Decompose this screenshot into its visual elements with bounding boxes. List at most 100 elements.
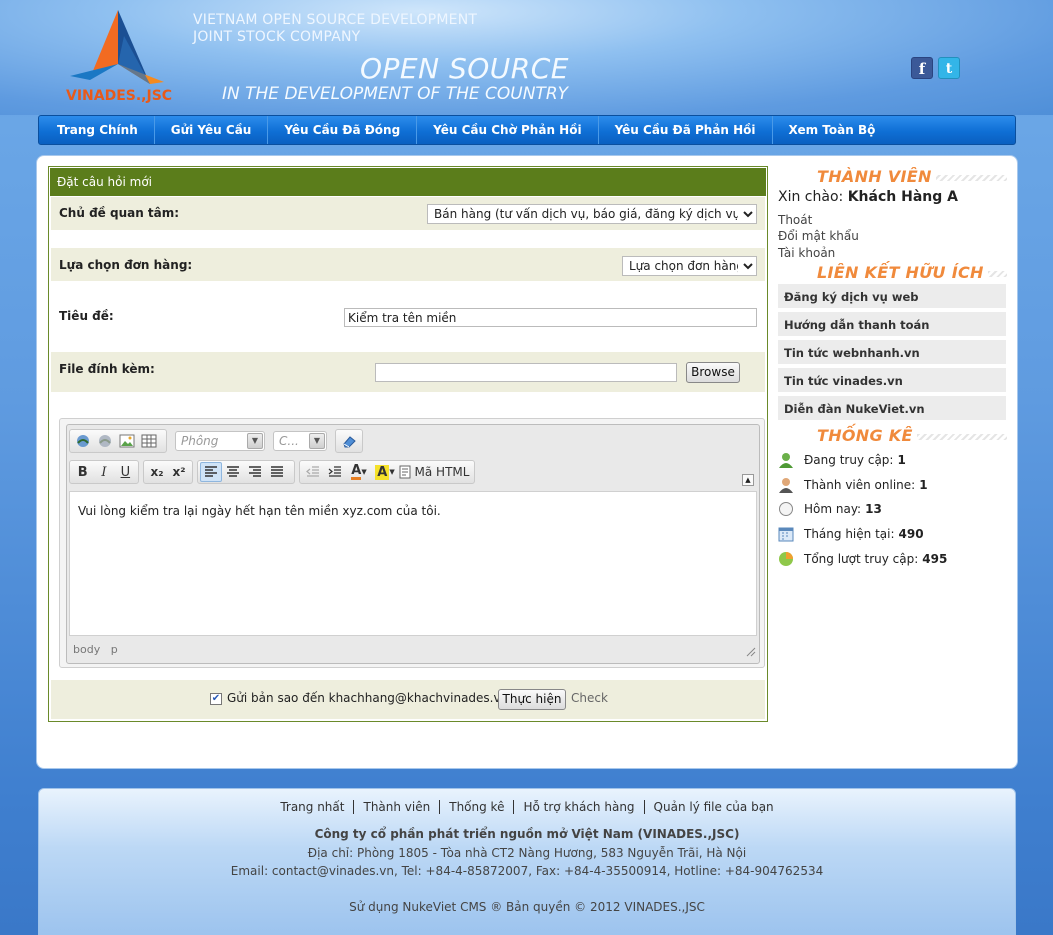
unlink-icon[interactable] — [94, 431, 116, 451]
highlight-color-icon[interactable]: A ▼ — [372, 462, 398, 482]
link-web-service[interactable]: Đăng ký dịch vụ web — [778, 284, 1006, 310]
align-left-icon[interactable] — [200, 462, 222, 482]
editor-toolbar-row-2: B I U x₂ x² A ▼ A ▼ Mã HTML ▲ — [67, 456, 759, 486]
site-header: VINADES.,JSC VIETNAM OPEN SOURCE DEVELOP… — [0, 0, 1053, 115]
submit-button[interactable]: Thực hiện — [498, 689, 566, 710]
user-online-icon — [778, 452, 794, 468]
stat-online: Đang truy cập: 1 — [778, 452, 906, 468]
nav-closed-requests[interactable]: Yêu Cầu Đã Đóng — [268, 116, 418, 144]
topic-row: Chủ đề quan tâm: Bán hàng (tư vấn dịch v… — [51, 197, 765, 230]
link-vinades-news[interactable]: Tin tức vinades.vn — [778, 368, 1006, 394]
attach-row: File đính kèm: Browse — [51, 352, 765, 392]
stat-members-label: Thành viên online: — [804, 478, 916, 492]
editor-wrapper: Phông ▼ C... ▼ B I U x₂ x² A ▼ A ▼ Mã HT… — [59, 418, 765, 668]
stat-today: Hôm nay: 13 — [778, 501, 882, 517]
new-question-form: Đặt câu hỏi mới Chủ đề quan tâm: Bán hàn… — [48, 166, 768, 722]
footer-company: Công ty cổ phần phát triển nguồn mở Việt… — [314, 827, 740, 841]
order-select[interactable]: Lựa chọn đơn hàng — [622, 256, 757, 276]
stat-total: Tổng lượt truy cập: 495 — [778, 551, 947, 567]
stats-section-title: THỐNG KÊ — [797, 426, 1007, 446]
browse-button[interactable]: Browse — [686, 362, 740, 383]
nav-answered-requests[interactable]: Yêu Cầu Đã Phản Hồi — [599, 116, 773, 144]
company-line-1: VIETNAM OPEN SOURCE DEVELOPMENT — [193, 12, 478, 28]
image-icon[interactable] — [116, 431, 138, 451]
align-center-icon[interactable] — [222, 462, 244, 482]
clock-icon — [778, 501, 794, 517]
editor-toolbar-row-1: Phông ▼ C... ▼ — [67, 425, 759, 455]
format-group: A ▼ A ▼ Mã HTML — [299, 460, 475, 484]
superscript-button[interactable]: x² — [168, 462, 190, 482]
site-footer: Trang nhất Thành viên Thống kê Hỗ trợ khách… — [38, 788, 1016, 935]
main-nav: Trang Chính Gửi Yêu Cầu Yêu Cầu Đã Đóng … — [38, 115, 1016, 145]
link-webnhanh-news[interactable]: Tin tức webnhanh.vn — [778, 340, 1006, 366]
greeting-label: Xin chào: — [778, 189, 844, 205]
greeting: Xin chào: Khách Hàng A — [778, 189, 958, 205]
change-password-link[interactable]: Đổi mật khẩu — [778, 229, 859, 243]
nav-view-all[interactable]: Xem Toàn Bộ — [773, 116, 892, 144]
path-p[interactable]: p — [111, 643, 118, 656]
send-copy-checkbox[interactable]: ✔ — [210, 693, 222, 705]
resize-handle-icon[interactable] — [746, 646, 756, 660]
slogan-sub: IN THE DEVELOPMENT OF THE COUNTRY — [222, 84, 569, 104]
nav-send-request[interactable]: Gửi Yêu Cầu — [155, 116, 269, 144]
link-payment-guide[interactable]: Hướng dẫn thanh toán — [778, 312, 1006, 338]
stat-members-value: 1 — [919, 478, 928, 492]
font-size-select[interactable]: C... ▼ — [273, 431, 327, 451]
facebook-icon[interactable]: f — [911, 57, 933, 79]
stat-online-label: Đang truy cập: — [804, 453, 894, 467]
subscript-button[interactable]: x₂ — [146, 462, 168, 482]
align-group — [197, 460, 295, 484]
link-nukeviet-forum[interactable]: Diễn đàn NukeViet.vn — [778, 396, 1006, 422]
path-body[interactable]: body — [73, 643, 100, 656]
table-icon[interactable] — [138, 431, 160, 451]
nav-pending-requests[interactable]: Yêu Cầu Chờ Phản Hồi — [417, 116, 599, 144]
footer-link-support[interactable]: Hỗ trợ khách hàng — [514, 800, 645, 814]
username: Khách Hàng A — [847, 189, 958, 205]
footer-link-stats[interactable]: Thống kê — [440, 800, 515, 814]
text-color-icon[interactable]: A ▼ — [346, 462, 372, 482]
vinades-logo[interactable]: VINADES.,JSC — [60, 6, 180, 110]
footer-link-home[interactable]: Trang nhất — [271, 800, 355, 814]
align-right-icon[interactable] — [244, 462, 266, 482]
member-icon — [778, 477, 794, 493]
footer-copyright: Sử dụng NukeViet CMS ® Bản quyền © 2012 … — [349, 900, 705, 914]
send-copy-label: Gửi bản sao đến khachhang@khachvinades.v… — [227, 691, 509, 705]
calendar-icon — [778, 526, 794, 542]
subject-input[interactable] — [344, 308, 757, 327]
stat-month-value: 490 — [898, 527, 924, 541]
font-family-placeholder: Phông — [181, 434, 219, 448]
nav-home[interactable]: Trang Chính — [39, 116, 155, 144]
footer-address: Địa chỉ: Phòng 1805 - Tòa nhà CT2 Nàng H… — [307, 846, 747, 860]
align-justify-icon[interactable] — [266, 462, 288, 482]
font-family-select[interactable]: Phông ▼ — [175, 431, 265, 451]
link-icon[interactable] — [72, 431, 94, 451]
footer-link-files[interactable]: Quản lý file của bạn — [645, 800, 783, 814]
twitter-icon[interactable]: t — [938, 57, 960, 79]
editor-element-path: body p — [73, 643, 118, 656]
member-section-title: THÀNH VIÊN — [797, 167, 1007, 187]
html-source-button[interactable]: Mã HTML — [398, 462, 470, 482]
chevron-down-icon: ▼ — [247, 433, 263, 449]
footer-link-members[interactable]: Thành viên — [354, 800, 441, 814]
eraser-icon[interactable] — [338, 431, 360, 451]
account-link[interactable]: Tài khoản — [778, 246, 835, 260]
main-content: Đặt câu hỏi mới Chủ đề quan tâm: Bán hàn… — [36, 155, 1018, 769]
link-tool-group — [69, 429, 167, 453]
toolbar-collapse-icon[interactable]: ▲ — [742, 474, 754, 486]
indent-icon[interactable] — [324, 462, 346, 482]
topic-select[interactable]: Bán hàng (tư vấn dịch vụ, báo giá, đăng … — [427, 204, 757, 224]
logout-link[interactable]: Thoát — [778, 213, 812, 227]
rich-text-editor: Phông ▼ C... ▼ B I U x₂ x² A ▼ A ▼ Mã HT… — [66, 424, 760, 664]
bold-button[interactable]: B — [72, 462, 93, 482]
script-group: x₂ x² — [143, 460, 193, 484]
order-label: Lựa chọn đơn hàng: — [59, 258, 193, 272]
footer-nav: Trang nhất Thành viên Thống kê Hỗ trợ khách… — [39, 800, 1015, 814]
italic-button[interactable]: I — [93, 462, 114, 482]
topic-label: Chủ đề quan tâm: — [59, 206, 180, 220]
eraser-tool-group — [335, 429, 363, 453]
outdent-icon[interactable] — [302, 462, 324, 482]
company-line-2: JOINT STOCK COMPANY — [193, 29, 361, 45]
underline-button[interactable]: U — [115, 462, 136, 482]
editor-content-area[interactable]: Vui lòng kiểm tra lại ngày hết hạn tên m… — [69, 491, 757, 636]
attach-file-input[interactable] — [375, 363, 677, 382]
